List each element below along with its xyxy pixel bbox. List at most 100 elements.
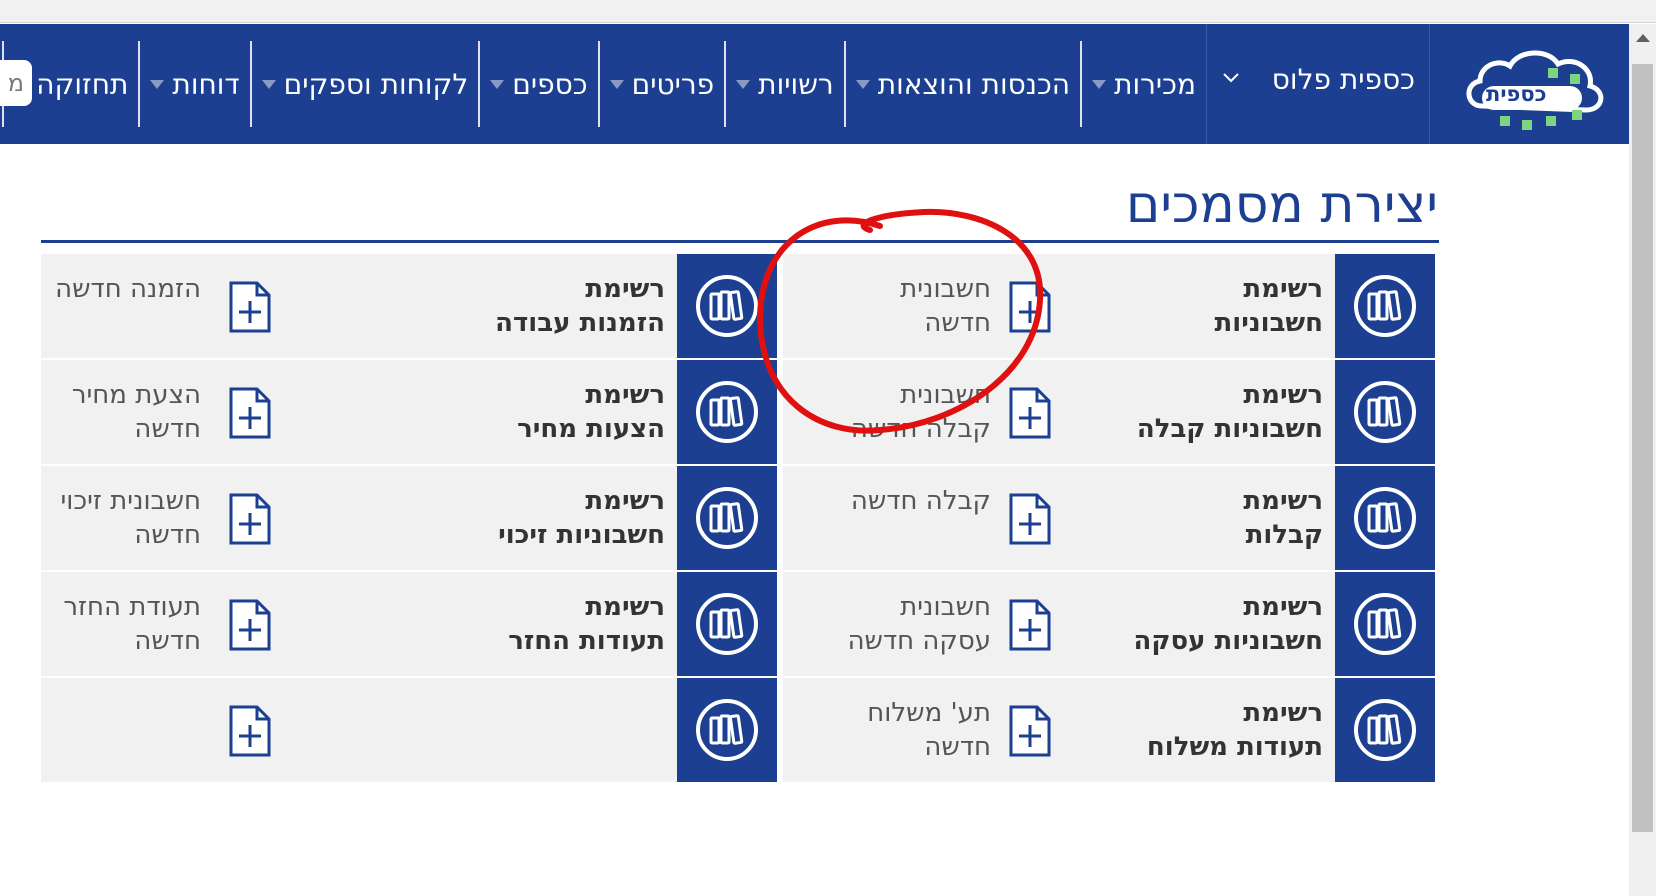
new-document-label: הצעת מחיר חדשה [72, 378, 201, 446]
main-navbar: כספית כספית פלוס מכירות הכנסות והוצאות ר… [0, 24, 1629, 144]
label-line: הזמנה חדשה [55, 274, 201, 304]
menu-item-label: הכנסות והוצאות [877, 67, 1071, 101]
list-tile[interactable]: רשימת קבלות [1063, 466, 1335, 570]
list-tile[interactable]: רשימת הצעות מחיר [343, 360, 677, 464]
new-document-tile[interactable]: חשבונית חדשה [783, 254, 1063, 358]
list-icon-tile[interactable] [677, 254, 777, 358]
list-tile[interactable]: רשימת חשבוניות קבלה [1063, 360, 1335, 464]
documents-grid: הזמנה חדשה רשימת הזמנות עבודה חשבונית חדשה רש… [41, 254, 1435, 784]
new-document-tile[interactable]: חשבונית קבלה חדשה [783, 360, 1063, 464]
menu-divider [843, 41, 846, 127]
label-line: חשבונית זיכוי [60, 486, 201, 516]
menu-item-items[interactable]: פריטים [600, 24, 725, 144]
brand-name: כספית פלוס [1271, 63, 1415, 96]
label-line: חשבונית [900, 380, 991, 410]
new-document-icon [1009, 678, 1051, 782]
search-input[interactable]: מ [0, 60, 32, 106]
label-line: רשימת [585, 274, 665, 304]
list-icon-tile[interactable] [1335, 254, 1435, 358]
list-tile[interactable]: רשימת חשבוניות [1063, 254, 1335, 358]
new-document-label: חשבונית זיכוי חדשה [60, 484, 201, 552]
menu-item-income-expenses[interactable]: הכנסות והוצאות [846, 24, 1080, 144]
new-document-icon [1009, 254, 1051, 358]
caret-down-icon [261, 79, 276, 89]
label-line: חשבונית [900, 592, 991, 622]
label-line: חדשה [134, 520, 201, 550]
vertical-scrollbar[interactable] [1629, 24, 1656, 896]
label-line: תע' משלוח [867, 698, 991, 728]
list-icon-tile[interactable] [1335, 360, 1435, 464]
label-line: חדשה [924, 732, 991, 762]
new-document-icon [1009, 360, 1051, 464]
label-line: רשימת [1243, 592, 1323, 622]
label-line: רשימת [1243, 274, 1323, 304]
browser-top-strip [0, 0, 1656, 23]
document-row: תעודת החזר חדשה רשימת תעודות החזר חשבונית עסק… [41, 572, 1435, 676]
list-icon-tile[interactable] [677, 678, 777, 782]
new-document-icon [1009, 466, 1051, 570]
list-tile[interactable]: רשימת הזמנות עבודה [343, 254, 677, 358]
label-line: חשבוניות זיכוי [498, 520, 665, 550]
list-label: רשימת חשבוניות זיכוי [498, 484, 665, 552]
list-icon-tile[interactable] [677, 466, 777, 570]
new-document-tile[interactable]: הזמנה חדשה [41, 254, 343, 358]
label-line: חדשה [134, 414, 201, 444]
brand-dropdown[interactable]: כספית פלוס [1206, 24, 1429, 144]
label-line: רשימת [585, 592, 665, 622]
list-tile[interactable] [343, 678, 677, 782]
list-tile[interactable]: רשימת חשבוניות עסקה [1063, 572, 1335, 676]
label-line: קבלות [1245, 520, 1323, 550]
new-document-tile[interactable]: חשבונית זיכוי חדשה [41, 466, 343, 570]
new-document-tile[interactable] [41, 678, 343, 782]
menu-item-sales[interactable]: מכירות [1082, 24, 1206, 144]
document-row: חשבונית זיכוי חדשה רשימת חשבוניות זיכוי קבלה… [41, 466, 1435, 570]
list-tile[interactable]: רשימת חשבוניות זיכוי [343, 466, 677, 570]
menu-divider [478, 41, 481, 127]
label-line: חשבונית [900, 274, 991, 304]
list-icon-tile[interactable] [1335, 466, 1435, 570]
list-label: רשימת תעודות משלוח [1147, 696, 1323, 764]
list-icon-tile[interactable] [677, 360, 777, 464]
label-line: קבלה חדשה [850, 414, 991, 444]
chevron-down-icon [1221, 68, 1241, 88]
document-row: הזמנה חדשה רשימת הזמנות עבודה חשבונית חדשה רש… [41, 254, 1435, 358]
label-line: עסקה חדשה [847, 626, 991, 656]
main-menu: מכירות הכנסות והוצאות רשויות פריטים כספי… [2, 24, 1206, 144]
scrollbar-thumb[interactable] [1632, 64, 1653, 832]
list-label: רשימת תעודות החזר [508, 590, 665, 658]
label-line: רשימת [1243, 698, 1323, 728]
page-title: יצירת מסמכים [1125, 175, 1438, 235]
list-icon-tile[interactable] [677, 572, 777, 676]
list-tile[interactable]: רשימת תעודות החזר [343, 572, 677, 676]
list-tile[interactable]: רשימת תעודות משלוח [1063, 678, 1335, 782]
new-document-label: תע' משלוח חדשה [867, 696, 991, 764]
scroll-up-arrow-icon[interactable] [1636, 34, 1650, 42]
new-document-tile[interactable]: תעודת החזר חדשה [41, 572, 343, 676]
menu-item-reports[interactable]: דוחות [140, 24, 249, 144]
label-line: הצעות מחיר [517, 414, 665, 444]
label-line: תעודות משלוח [1146, 732, 1323, 762]
new-document-tile[interactable]: תע' משלוח חדשה [783, 678, 1063, 782]
new-document-tile[interactable]: קבלה חדשה [783, 466, 1063, 570]
menu-item-authorities[interactable]: רשויות [726, 24, 844, 144]
label-line: תעודות החזר [508, 626, 665, 656]
menu-item-customers-suppliers[interactable]: לקוחות וספקים [252, 24, 479, 144]
new-document-tile[interactable]: הצעת מחיר חדשה [41, 360, 343, 464]
menu-divider [138, 41, 141, 127]
logo-text: כספית [1486, 82, 1547, 106]
list-label: רשימת חשבוניות קבלה [1137, 378, 1323, 446]
label-line: הצעת מחיר [71, 380, 201, 410]
caret-down-icon [490, 79, 505, 89]
list-label: רשימת חשבוניות [1215, 272, 1323, 340]
new-document-tile[interactable]: חשבונית עסקה חדשה [783, 572, 1063, 676]
document-row: הצעת מחיר חדשה רשימת הצעות מחיר חשבונית קבלה … [41, 360, 1435, 464]
list-icon-tile[interactable] [1335, 572, 1435, 676]
label-line: חשבוניות עסקה [1133, 626, 1323, 656]
label-line: חדשה [924, 308, 991, 338]
menu-item-finance[interactable]: כספים [480, 24, 597, 144]
list-icon-tile[interactable] [1335, 678, 1435, 782]
menu-item-label: כספים [512, 67, 588, 101]
logo[interactable]: כספית [1429, 24, 1629, 144]
caret-down-icon [736, 79, 751, 89]
menu-item-label: תחזוקה [36, 67, 129, 101]
